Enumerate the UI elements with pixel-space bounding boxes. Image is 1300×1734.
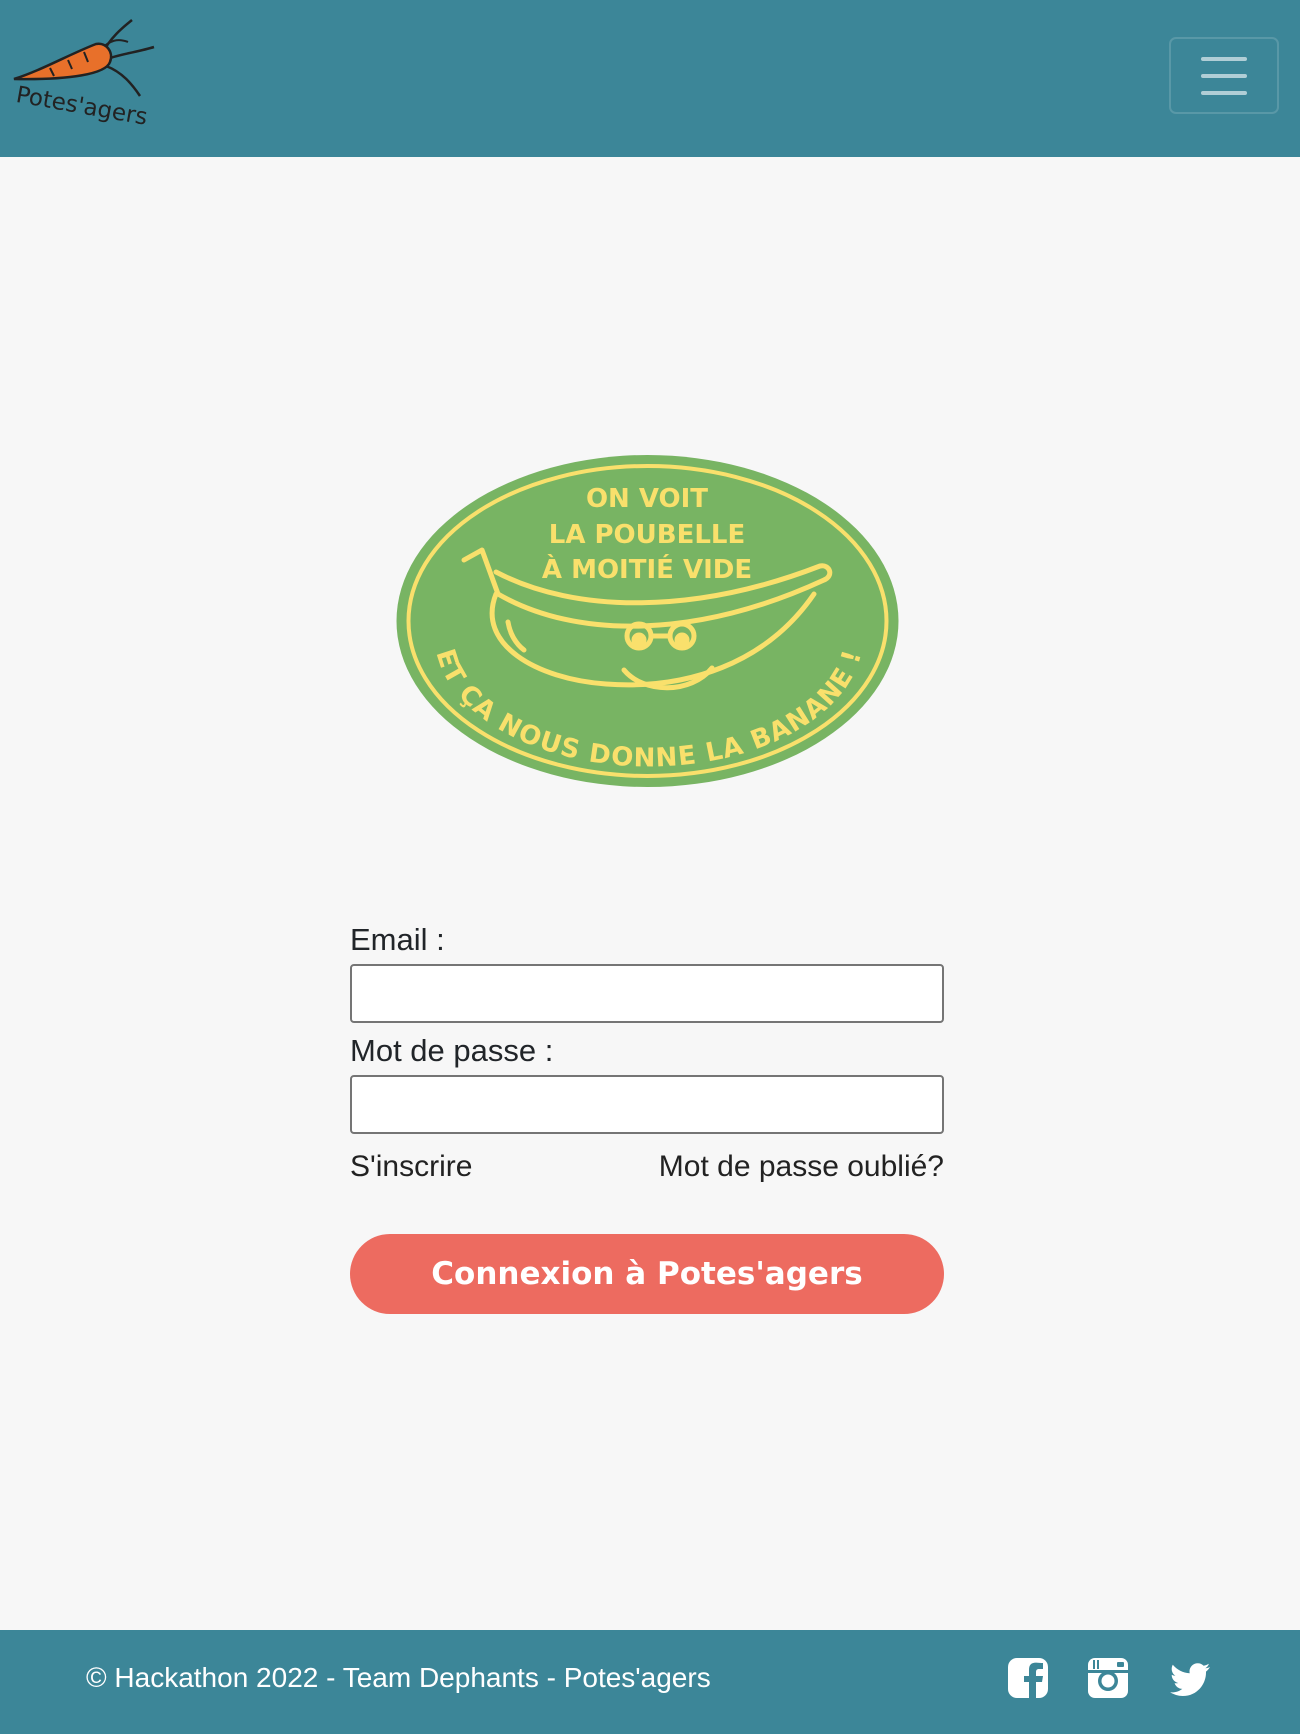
facebook-icon[interactable] xyxy=(1006,1654,1054,1702)
password-input[interactable] xyxy=(350,1075,944,1134)
footer-copyright: © Hackathon 2022 - Team Dephants - Potes… xyxy=(86,1662,711,1693)
twitter-icon[interactable] xyxy=(1166,1654,1214,1702)
badge-line-3: À MOITIÉ VIDE xyxy=(542,553,752,585)
forgot-password-link[interactable]: Mot de passe oublié? xyxy=(659,1150,944,1184)
brand-name: Potes'agers xyxy=(14,82,149,131)
badge-line-2: LA POUBELLE xyxy=(549,520,746,550)
navbar: Potes'agers xyxy=(0,0,1300,157)
footer: © Hackathon 2022 - Team Dephants - Potes… xyxy=(0,1630,1300,1734)
email-label: Email : xyxy=(350,922,445,957)
instagram-icon[interactable] xyxy=(1086,1654,1134,1702)
form-links: S'inscrire Mot de passe oublié? xyxy=(350,1150,944,1194)
brand-logo[interactable]: Potes'agers xyxy=(10,16,160,134)
signup-link[interactable]: S'inscrire xyxy=(350,1150,472,1184)
login-submit-button[interactable]: Connexion à Potes'agers xyxy=(350,1234,944,1314)
email-input[interactable] xyxy=(350,964,944,1023)
login-form: Email : Mot de passe : S'inscrire Mot de… xyxy=(350,920,944,1314)
menu-toggle-button[interactable] xyxy=(1169,37,1279,114)
banana-badge-illustration: ON VOIT LA POUBELLE À MOITIÉ VIDE ET ÇA … xyxy=(396,455,899,787)
password-label: Mot de passe : xyxy=(350,1033,554,1068)
badge-line-1: ON VOIT xyxy=(586,484,708,514)
